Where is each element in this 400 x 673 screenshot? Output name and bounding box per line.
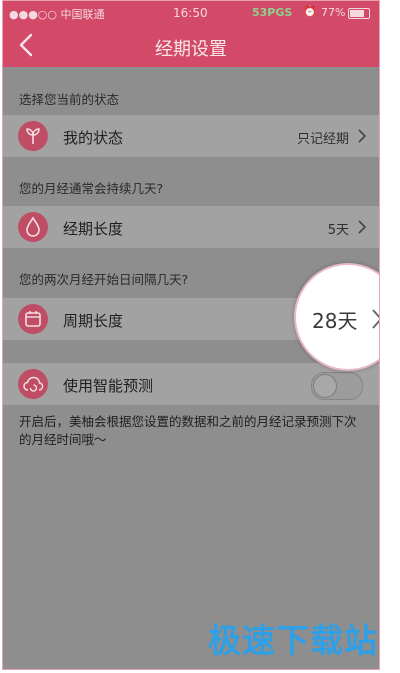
smart-predict-row: 使用智能预测 [3, 363, 379, 405]
smart-predict-label: 使用智能预测 [63, 377, 154, 395]
battery-percent: 77% [321, 6, 346, 19]
calendar-icon [18, 304, 48, 334]
prediction-note: 开启后，美柚会根据您设置的数据和之前的月经记录预测下次的月经时间哦～ [19, 414, 357, 447]
status-bar: ●●●○○ 中国联通 16:50 53PGS ⏰ 77% [3, 1, 379, 25]
my-state-row[interactable]: 我的状态 只记经期 [3, 115, 379, 157]
watermark-text: 极速下载站 [208, 621, 378, 660]
my-state-label: 我的状态 [63, 129, 124, 147]
cycle-section-label: 您的两次月经开始日间隔几天? [19, 272, 189, 287]
period-length-label: 经期长度 [63, 220, 124, 238]
cycle-length-magnifier[interactable]: 28天 [294, 263, 379, 371]
drop-icon [18, 212, 48, 242]
battery-icon [348, 8, 370, 19]
cycle-length-value: 28天 [312, 309, 358, 333]
chevron-right-icon [358, 129, 367, 143]
chevron-right-icon [372, 309, 379, 329]
period-length-row[interactable]: 经期长度 5天 [3, 206, 379, 248]
clock-text: 16:50 [173, 6, 208, 20]
my-state-value: 只记经期 [296, 132, 349, 147]
period-length-value: 5天 [327, 223, 349, 238]
sprout-icon [18, 121, 48, 151]
chevron-right-icon [358, 220, 367, 234]
cloud-refresh-icon [18, 369, 48, 399]
smart-predict-toggle[interactable] [311, 372, 363, 400]
carrier-text: ●●●○○ 中国联通 [9, 8, 105, 21]
period-section-label: 您的月经通常会持续几天? [19, 181, 164, 196]
app-frame: ●●●○○ 中国联通 16:50 53PGS ⏰ 77% 经期设置 选择您当前的… [2, 0, 380, 670]
alarm-icon: ⏰ [303, 5, 317, 18]
page-title: 经期设置 [155, 39, 227, 60]
toggle-knob [313, 374, 337, 398]
state-section-label: 选择您当前的状态 [19, 92, 120, 107]
nav-bar: 经期设置 [3, 25, 379, 67]
network-badge: 53PGS [252, 6, 293, 19]
cycle-length-label: 周期长度 [63, 312, 124, 330]
